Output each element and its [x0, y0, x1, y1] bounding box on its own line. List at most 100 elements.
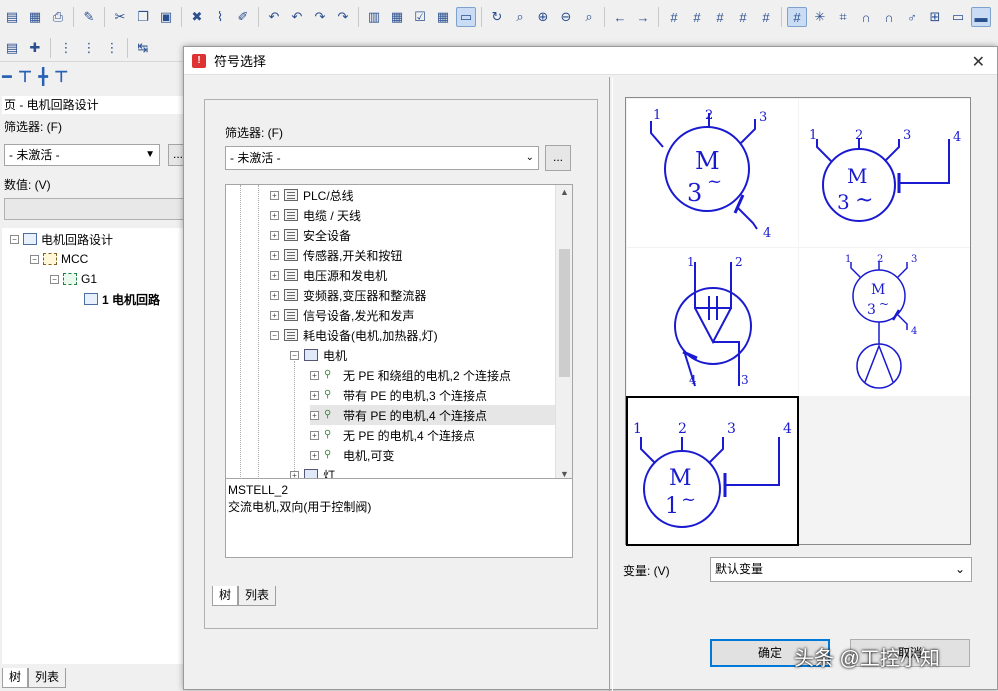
- new-icon[interactable]: ▤: [2, 7, 22, 27]
- expand-icon[interactable]: ╋: [38, 67, 48, 87]
- expand-toggle[interactable]: +: [270, 190, 279, 200]
- symbol-preview-4[interactable]: 1234 M 3 ~: [799, 248, 970, 396]
- tab-tree[interactable]: 树: [212, 586, 239, 606]
- cut-icon[interactable]: ✂: [110, 7, 130, 27]
- coordinate-icon[interactable]: ▭: [948, 7, 968, 27]
- collapse-toggle[interactable]: −: [290, 350, 299, 360]
- expand-toggle[interactable]: +: [270, 270, 279, 280]
- tree-scrollbar[interactable]: ▲ ▼: [555, 185, 572, 479]
- check-icon[interactable]: ☑: [410, 7, 430, 27]
- page-icon[interactable]: ▤: [2, 38, 22, 58]
- collapse-icon[interactable]: ━: [2, 67, 12, 87]
- filter-select[interactable]: - 未激活 - ▼: [4, 144, 160, 166]
- grid-display-icon[interactable]: #: [787, 7, 807, 27]
- grid-a-icon[interactable]: #: [664, 7, 684, 27]
- puzzle-icon[interactable]: ✚: [25, 38, 45, 58]
- expand-toggle[interactable]: +: [270, 310, 279, 320]
- wrench-icon[interactable]: ✎: [79, 7, 99, 27]
- pin-icon[interactable]: ⊤: [18, 67, 33, 87]
- numbering-icon[interactable]: ⋮: [56, 38, 76, 58]
- tree-item-project[interactable]: − 电机回路设计: [10, 230, 113, 248]
- tab-tree[interactable]: 树: [2, 668, 29, 688]
- format-brush-icon[interactable]: ⌇: [210, 7, 230, 27]
- paste-icon[interactable]: ▣: [156, 7, 176, 27]
- grid-e-icon[interactable]: #: [756, 7, 776, 27]
- layout-icon[interactable]: ▦: [387, 7, 407, 27]
- copy-icon[interactable]: ❐: [133, 7, 153, 27]
- close-icon[interactable]: ✕: [972, 52, 985, 72]
- expand-toggle[interactable]: +: [270, 230, 279, 240]
- tree-item-motor-nope-4pt[interactable]: + ⚲ 无 PE 的电机,4 个连接点: [310, 425, 475, 445]
- symbol-preview-5-selected[interactable]: 1234 M 1 ~: [626, 396, 799, 546]
- tree-item-motor-pe-3pt[interactable]: + ⚲ 带有 PE 的电机,3 个连接点: [310, 385, 487, 405]
- grid-d-icon[interactable]: #: [733, 7, 753, 27]
- redo-icon[interactable]: ↷: [310, 7, 330, 27]
- tree-item-g1[interactable]: − G1: [50, 270, 97, 288]
- tree-item-cable[interactable]: + 电缆 / 天线: [270, 205, 361, 225]
- page-properties-icon[interactable]: ▦: [25, 7, 45, 27]
- expand-toggle[interactable]: +: [270, 290, 279, 300]
- filter-more-button[interactable]: ...: [545, 145, 571, 171]
- window-icon[interactable]: ▥: [364, 7, 384, 27]
- tree-item-page[interactable]: 1 电机回路: [84, 290, 160, 308]
- symbol-preview-1[interactable]: 1234 M 3 ~: [627, 99, 798, 247]
- scroll-up-icon[interactable]: ▲: [560, 187, 569, 197]
- snap-icon[interactable]: ✳: [810, 7, 830, 27]
- symbol-preview-2[interactable]: 1234 M 3 ~: [799, 99, 970, 247]
- zoom-in-icon[interactable]: ⊕: [533, 7, 553, 27]
- zoom-window-icon[interactable]: ⌕: [510, 7, 530, 27]
- refresh-icon[interactable]: ↻: [487, 7, 507, 27]
- tree-item-plc[interactable]: + PLC/总线: [270, 185, 354, 205]
- ruler-icon[interactable]: ▬: [971, 7, 991, 27]
- collapse-toggle[interactable]: −: [50, 274, 59, 284]
- expand-toggle[interactable]: +: [310, 370, 319, 380]
- tab-list[interactable]: 列表: [238, 586, 277, 606]
- expand-toggle[interactable]: +: [310, 410, 319, 420]
- expand-toggle[interactable]: +: [270, 250, 279, 260]
- tree-item-voltage[interactable]: + 电压源和发电机: [270, 265, 387, 285]
- expand-toggle[interactable]: +: [310, 450, 319, 460]
- tree-item-motor[interactable]: − 电机: [290, 345, 347, 365]
- collapse-toggle[interactable]: −: [270, 330, 279, 340]
- variant-select[interactable]: 默认变量 ⌄: [710, 557, 972, 582]
- tree-item-motor-pe-4pt[interactable]: + ⚲ 带有 PE 的电机,4 个连接点: [310, 405, 556, 425]
- numbering-2-icon[interactable]: ⋮: [79, 38, 99, 58]
- grid-icon[interactable]: ▦: [433, 7, 453, 27]
- filter-select[interactable]: - 未激活 - ⌄: [225, 146, 539, 170]
- expand-toggle[interactable]: +: [310, 430, 319, 440]
- filter-icon[interactable]: ⊤: [54, 67, 69, 87]
- grid-b-icon[interactable]: #: [687, 7, 707, 27]
- value-input[interactable]: [4, 198, 184, 220]
- collapse-toggle[interactable]: −: [10, 234, 19, 244]
- delete-icon[interactable]: ✖: [187, 7, 207, 27]
- align-icon[interactable]: ⊞: [925, 7, 945, 27]
- tree-item-signal[interactable]: + 信号设备,发光和发声: [270, 305, 414, 325]
- expand-toggle[interactable]: +: [270, 210, 279, 220]
- symbol-preview-3[interactable]: 1 2 4 3: [627, 248, 798, 396]
- scrollbar-thumb[interactable]: [559, 249, 570, 377]
- collapse-toggle[interactable]: −: [30, 254, 39, 264]
- tree-item-mcc[interactable]: − MCC: [30, 250, 88, 268]
- tree-item-consumers[interactable]: − 耗电设备(电机,加热器,灯): [270, 325, 438, 345]
- forward-icon[interactable]: →: [633, 7, 653, 27]
- magnet-off-icon[interactable]: ∩: [879, 7, 899, 27]
- magnet-icon[interactable]: ∩: [856, 7, 876, 27]
- graphic-window-icon[interactable]: ▭: [456, 7, 476, 27]
- tab-list[interactable]: 列表: [28, 668, 67, 688]
- undo-list-icon[interactable]: ↶: [287, 7, 307, 27]
- tree-item-sensors[interactable]: + 传感器,开关和按钮: [270, 245, 402, 265]
- redo-list-icon[interactable]: ↷: [333, 7, 353, 27]
- zoom-100-icon[interactable]: ⌕: [579, 7, 599, 27]
- expand-toggle[interactable]: +: [310, 390, 319, 400]
- intersection-icon[interactable]: ⌗: [833, 7, 853, 27]
- back-icon[interactable]: ←: [610, 7, 630, 27]
- grid-c-icon[interactable]: #: [710, 7, 730, 27]
- zoom-out-icon[interactable]: ⊖: [556, 7, 576, 27]
- gender-icon[interactable]: ♂: [902, 7, 922, 27]
- sync-icon[interactable]: ↹: [133, 38, 153, 58]
- tree-item-motor-2pt[interactable]: + ⚲ 无 PE 和绕组的电机,2 个连接点: [310, 365, 511, 385]
- tree-item-motor-variable[interactable]: + ⚲ 电机,可变: [310, 445, 394, 465]
- tree-item-safety[interactable]: + 安全设备: [270, 225, 351, 245]
- pen-icon[interactable]: ✐: [233, 7, 253, 27]
- tree-item-inverter[interactable]: + 变频器,变压器和整流器: [270, 285, 426, 305]
